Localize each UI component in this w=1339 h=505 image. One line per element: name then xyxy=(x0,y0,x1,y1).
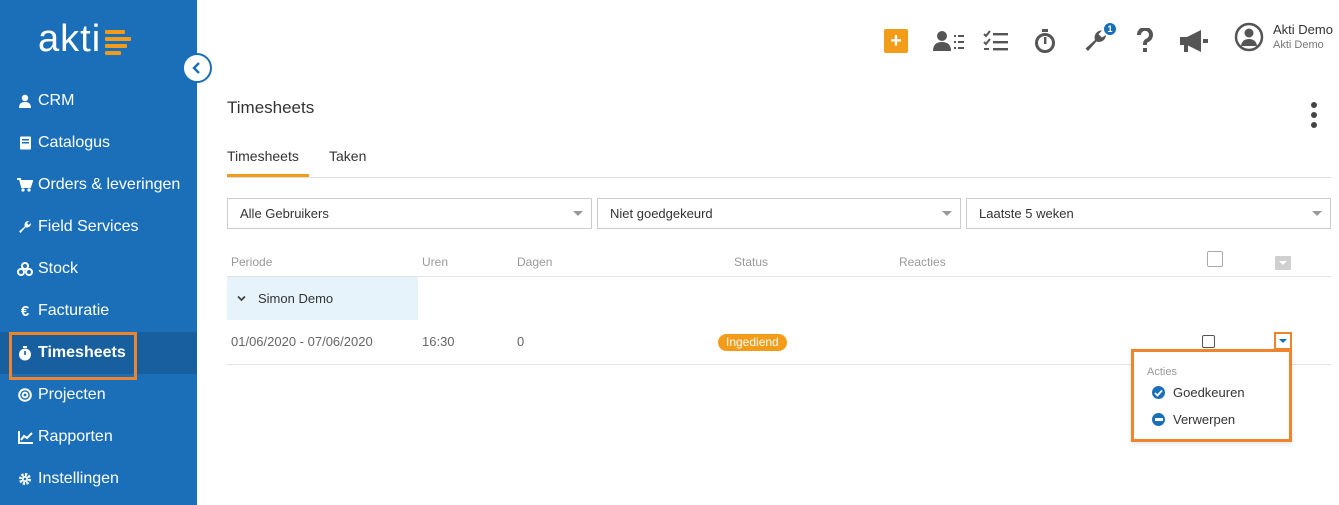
column-header-periode[interactable]: Periode xyxy=(231,255,272,269)
cell-uren: 16:30 xyxy=(422,334,455,349)
user-menu[interactable]: Akti Demo Akti Demo xyxy=(1234,22,1333,52)
sidebar-collapse-button[interactable] xyxy=(182,53,212,83)
column-header-uren[interactable]: Uren xyxy=(422,255,448,269)
row-actions-dropdown[interactable] xyxy=(1274,332,1292,350)
group-row-user[interactable]: Simon Demo xyxy=(227,277,418,320)
contacts-list-icon xyxy=(933,31,964,51)
euro-icon: € xyxy=(20,302,30,320)
sidebar-item-label: CRM xyxy=(38,92,75,109)
tools-button[interactable]: 1 xyxy=(1083,22,1117,56)
question-icon xyxy=(1136,28,1153,52)
select-value: Laatste 5 weken xyxy=(979,206,1074,221)
cell-dagen: 0 xyxy=(517,334,525,349)
sidebar-item-label: Field Services xyxy=(38,218,139,235)
checklist-icon xyxy=(983,30,1008,51)
sidebar: akti CRM Catalogus Orders & leveringen F… xyxy=(0,0,197,505)
sidebar-item-instellingen[interactable]: Instellingen xyxy=(0,458,197,500)
chevron-down-icon xyxy=(237,295,246,302)
logo-text: akti xyxy=(38,17,102,60)
add-button[interactable]: + xyxy=(884,29,908,53)
logo-bars xyxy=(105,29,132,55)
stopwatch-icon xyxy=(1035,28,1055,53)
cart-icon xyxy=(17,177,33,193)
menu-header: Acties xyxy=(1147,366,1177,378)
kebab-dot xyxy=(1311,122,1317,128)
tasks-button[interactable] xyxy=(983,26,1009,56)
sidebar-item-field-services[interactable]: Field Services xyxy=(0,206,197,248)
target-icon xyxy=(17,387,33,403)
tab-bar: Timesheets Taken xyxy=(227,140,1331,178)
announcements-button[interactable] xyxy=(1179,26,1209,56)
sidebar-item-catalogus[interactable]: Catalogus xyxy=(0,122,197,164)
chart-icon xyxy=(17,429,33,445)
sidebar-item-label: Rapporten xyxy=(38,428,113,445)
select-value: Alle Gebruikers xyxy=(240,206,329,221)
caret-down-icon xyxy=(942,211,952,216)
sidebar-item-crm[interactable]: CRM xyxy=(0,80,197,122)
contacts-list-button[interactable] xyxy=(932,26,966,56)
sidebar-item-label: Instellingen xyxy=(38,470,119,487)
row-checkbox[interactable] xyxy=(1202,335,1215,348)
status-badge: Ingediend xyxy=(718,334,787,351)
sidebar-item-stock[interactable]: Stock xyxy=(0,248,197,290)
approval-filter-select[interactable]: Niet goedgekeurd xyxy=(597,198,961,229)
sidebar-item-label: Timesheets xyxy=(38,344,126,361)
sidebar-item-facturatie[interactable]: € Facturatie xyxy=(0,290,197,332)
check-circle-icon xyxy=(1152,386,1165,399)
help-button[interactable] xyxy=(1134,26,1156,56)
select-all-checkbox[interactable] xyxy=(1207,251,1223,267)
notification-badge: 1 xyxy=(1103,22,1117,36)
menu-item-label: Verwerpen xyxy=(1173,412,1236,427)
select-value: Niet goedgekeurd xyxy=(610,206,713,221)
sidebar-item-timesheets[interactable]: Timesheets xyxy=(0,332,197,380)
megaphone-icon xyxy=(1180,30,1208,52)
sidebar-item-label: Catalogus xyxy=(38,134,111,151)
kebab-dot xyxy=(1311,102,1317,108)
column-header-reacties[interactable]: Reacties xyxy=(899,255,946,269)
group-name: Simon Demo xyxy=(258,291,334,306)
sidebar-item-projecten[interactable]: Projecten xyxy=(0,374,197,416)
sidebar-item-label: Projecten xyxy=(38,386,106,403)
column-header-status[interactable]: Status xyxy=(734,255,768,269)
menu-item-label: Goedkeuren xyxy=(1173,385,1245,400)
sidebar-nav: CRM Catalogus Orders & leveringen Field … xyxy=(0,80,197,500)
chevron-left-icon xyxy=(192,62,200,74)
boxes-icon xyxy=(17,261,33,277)
tab-timesheets[interactable]: Timesheets xyxy=(227,148,309,177)
page-title: Timesheets xyxy=(227,98,315,117)
approve-menu-item[interactable]: Goedkeuren xyxy=(1152,385,1245,400)
sidebar-item-orders[interactable]: Orders & leveringen xyxy=(0,164,197,206)
caret-down-icon xyxy=(573,211,583,216)
bulk-actions-dropdown[interactable] xyxy=(1275,256,1291,270)
timer-button[interactable] xyxy=(1034,26,1056,56)
cell-periode[interactable]: 01/06/2020 - 07/06/2020 xyxy=(231,334,373,349)
column-header-dagen[interactable]: Dagen xyxy=(517,255,552,269)
more-options-button[interactable] xyxy=(1308,102,1320,128)
tab-taken[interactable]: Taken xyxy=(329,148,366,174)
sidebar-item-rapporten[interactable]: Rapporten xyxy=(0,416,197,458)
reject-menu-item[interactable]: Verwerpen xyxy=(1152,412,1235,427)
user-name: Akti Demo xyxy=(1273,22,1333,37)
kebab-dot xyxy=(1311,112,1317,118)
users-filter-select[interactable]: Alle Gebruikers xyxy=(227,198,592,229)
user-icon xyxy=(17,93,33,109)
gear-icon xyxy=(17,471,33,487)
akti-logo[interactable]: akti xyxy=(38,14,132,64)
sidebar-item-label: Orders & leveringen xyxy=(38,176,181,193)
wrench-icon xyxy=(17,219,33,235)
actions-menu: Acties Goedkeuren Verwerpen xyxy=(1131,349,1292,442)
stopwatch-icon xyxy=(17,345,33,361)
caret-down-icon xyxy=(1312,211,1322,216)
sidebar-item-label: Facturatie xyxy=(38,302,110,319)
minus-circle-icon xyxy=(1152,413,1165,426)
sidebar-item-label: Stock xyxy=(38,260,79,277)
period-filter-select[interactable]: Laatste 5 weken xyxy=(966,198,1331,229)
user-company: Akti Demo xyxy=(1273,39,1324,51)
book-icon xyxy=(17,135,33,151)
avatar-icon xyxy=(1234,22,1264,52)
